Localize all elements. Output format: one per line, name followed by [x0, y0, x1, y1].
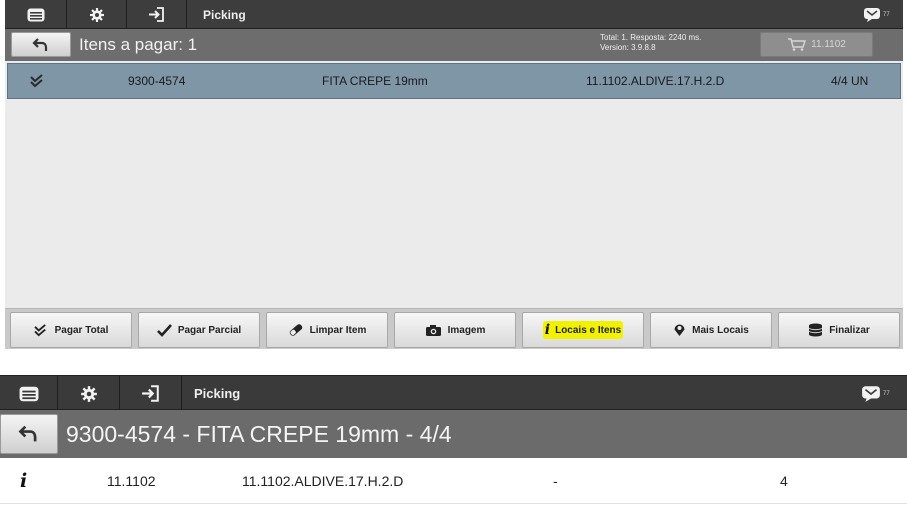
- pagar-total-button[interactable]: Pagar Total: [10, 312, 132, 348]
- version-info: Version: 3.9.8.8: [600, 43, 656, 52]
- pagar-total-label: Pagar Total: [54, 324, 109, 336]
- gear-icon: [80, 385, 97, 402]
- item-location: 11.1102.ALDIVE.17.H.2.D: [586, 74, 725, 88]
- location-quantity: 4: [780, 473, 788, 489]
- imagem-button[interactable]: Imagem: [394, 312, 516, 348]
- location-extra: -: [553, 473, 558, 489]
- messages-button[interactable]: 77: [861, 376, 890, 411]
- settings-button[interactable]: [58, 376, 120, 411]
- cart-icon: [788, 38, 807, 51]
- locais-e-itens-button[interactable]: i Locais e Itens: [522, 312, 644, 348]
- locais-e-itens-label: Locais e Itens: [555, 324, 622, 336]
- table-row[interactable]: 9300-4574 FITA CREPE 19mm 11.1102.ALDIVE…: [7, 63, 901, 99]
- mais-locais-button[interactable]: Mais Locais: [650, 312, 772, 348]
- pagar-parcial-label: Pagar Parcial: [177, 324, 242, 336]
- app-title: Picking: [203, 7, 246, 22]
- check-icon: [156, 323, 172, 337]
- sign-in-icon: [142, 385, 159, 402]
- back-button[interactable]: [11, 32, 71, 57]
- limpar-item-label: Limpar Item: [309, 324, 367, 336]
- top-toolbar: Picking 77: [5, 0, 903, 29]
- menu-button[interactable]: [5, 0, 67, 29]
- item-detail-screen: Picking 77 9300-4574 - FITA CREPE 19mm -…: [0, 375, 907, 521]
- eraser-icon: [289, 324, 302, 336]
- top-toolbar: Picking 77: [0, 375, 907, 411]
- mais-locais-label: Mais Locais: [692, 324, 749, 336]
- double-check-icon: [30, 64, 46, 98]
- info-icon: i: [20, 470, 28, 492]
- response-info: Total: 1. Resposta: 2240 ms.: [600, 33, 702, 42]
- login-button[interactable]: [127, 0, 187, 29]
- cart-button[interactable]: 11.1102: [760, 32, 873, 57]
- item-description: FITA CREPE 19mm: [322, 74, 428, 88]
- cart-label: 11.1102: [811, 39, 846, 50]
- double-check-icon: [33, 323, 46, 336]
- page-title: 9300-4574 - FITA CREPE 19mm - 4/4: [66, 420, 452, 447]
- list-icon: [19, 386, 38, 401]
- list-header: Itens a pagar: 1 Total: 1. Resposta: 224…: [5, 29, 903, 61]
- location-code: 11.1102: [107, 473, 156, 489]
- page-title: Itens a pagar: 1: [79, 35, 198, 54]
- messages-button[interactable]: 77: [863, 0, 890, 29]
- message-badge: 77: [883, 11, 890, 18]
- settings-button[interactable]: [67, 0, 127, 29]
- detail-header: 9300-4574 - FITA CREPE 19mm - 4/4: [0, 410, 907, 458]
- map-marker-icon: [674, 324, 685, 336]
- list-icon: [27, 8, 44, 21]
- database-icon: [809, 323, 823, 337]
- limpar-item-button[interactable]: Limpar Item: [266, 312, 388, 348]
- item-quantity: 4/4 UN: [831, 74, 869, 88]
- sign-in-icon: [149, 7, 164, 22]
- gear-icon: [89, 7, 104, 22]
- login-button[interactable]: [120, 376, 182, 411]
- finalizar-label: Finalizar: [829, 324, 870, 336]
- back-arrow-icon: [18, 425, 37, 442]
- highlight-mark: i Locais e Itens: [542, 321, 624, 339]
- item-code: 9300-4574: [128, 74, 186, 88]
- status-info: Total: 1. Resposta: 2240 ms. Version: 3.…: [600, 33, 701, 53]
- message-badge: 77: [883, 390, 890, 397]
- menu-button[interactable]: [0, 376, 58, 411]
- finalizar-button[interactable]: Finalizar: [778, 312, 900, 348]
- info-icon: i: [544, 322, 551, 338]
- message-icon: [862, 386, 880, 402]
- location-address: 11.1102.ALDIVE.17.H.2.D: [242, 473, 404, 489]
- picking-list-screen: Picking 77 Itens a pagar: 1 Total: 1. Re…: [5, 0, 903, 349]
- back-button[interactable]: [0, 414, 58, 454]
- action-bar: Pagar Total Pagar Parcial Limpar Item Im…: [5, 308, 903, 349]
- camera-icon: [425, 324, 441, 336]
- imagem-label: Imagem: [447, 324, 486, 336]
- table-row[interactable]: i 11.1102 11.1102.ALDIVE.17.H.2.D - 4: [0, 458, 907, 504]
- pagar-parcial-button[interactable]: Pagar Parcial: [138, 312, 260, 348]
- app-title: Picking: [194, 386, 241, 401]
- back-arrow-icon: [32, 37, 48, 51]
- message-icon: [864, 8, 880, 22]
